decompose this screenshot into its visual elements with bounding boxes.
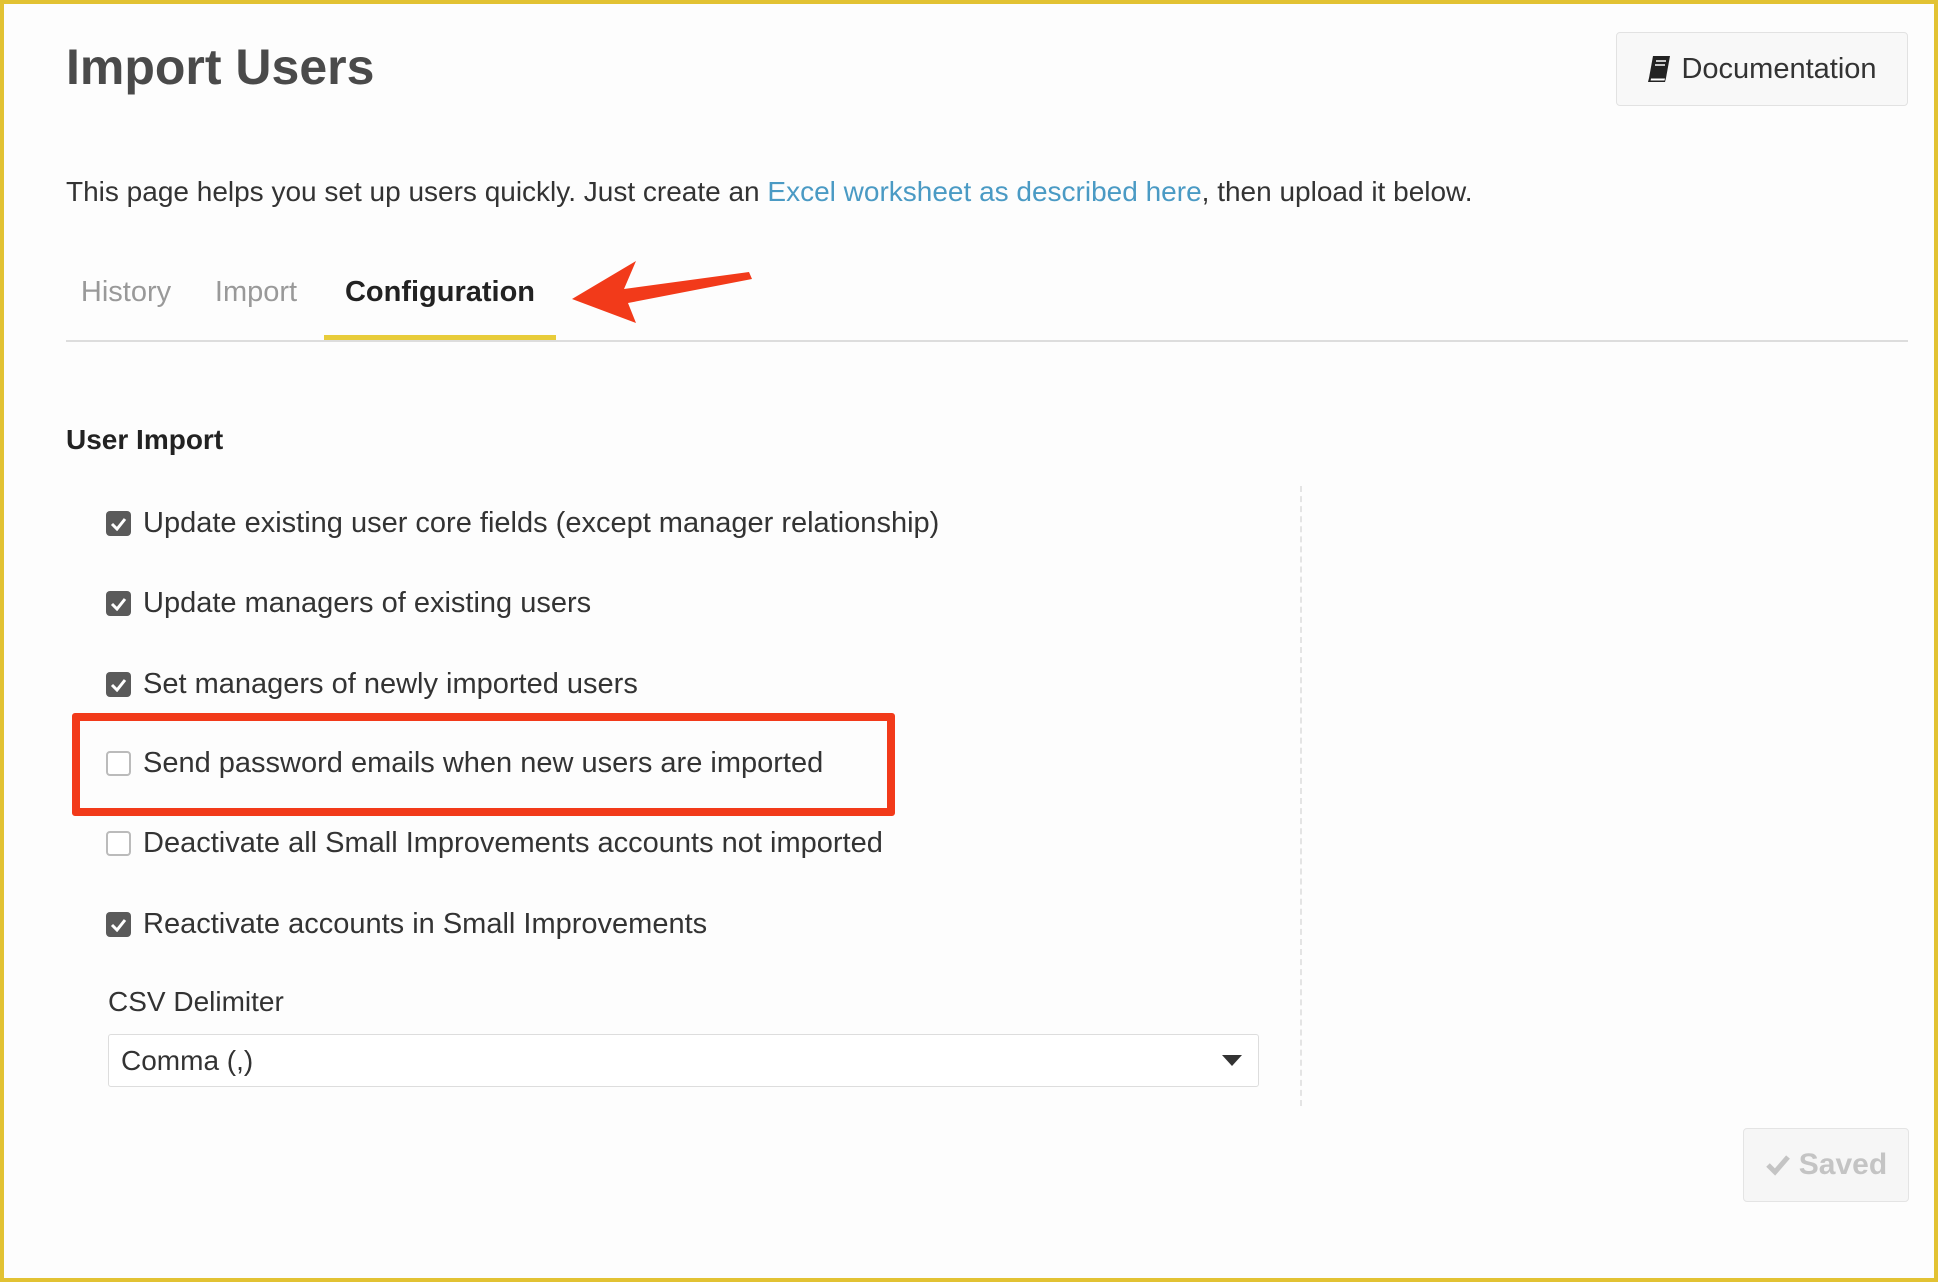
section-title: User Import (66, 424, 224, 455)
option-set-managers-new[interactable]: Set managers of newly imported users (106, 668, 638, 701)
option-label: Update managers of existing users (143, 587, 592, 619)
option-label: Reactivate accounts in Small Improvement… (143, 908, 708, 940)
check-icon (110, 918, 127, 932)
option-update-managers[interactable]: Update managers of existing users (106, 587, 591, 620)
page-title: Import Users (66, 39, 375, 95)
tab-import[interactable]: Import (206, 276, 306, 340)
csv-delimiter-select[interactable]: Comma (,) (108, 1034, 1259, 1087)
description-text: This page helps you set up users quickly… (66, 176, 768, 207)
checkbox-unchecked[interactable] (106, 831, 131, 856)
book-icon (1648, 56, 1671, 82)
option-label: Update existing user core fields (except… (143, 507, 940, 539)
check-icon (1766, 1155, 1790, 1176)
caret-down-icon (1222, 1055, 1242, 1066)
description-text-end: , then upload it below. (1201, 176, 1473, 207)
excel-worksheet-link[interactable]: Excel worksheet as described here (767, 176, 1201, 207)
checkbox-checked[interactable] (106, 912, 131, 937)
selected-value: Comma (,) (121, 1044, 254, 1076)
checkbox-checked[interactable] (106, 511, 131, 536)
checkbox-checked[interactable] (106, 672, 131, 697)
checkbox-checked[interactable] (106, 591, 131, 616)
option-deactivate-accounts[interactable]: Deactivate all Small Improvements accoun… (106, 827, 883, 860)
option-label: Deactivate all Small Improvements accoun… (143, 827, 883, 859)
saved-label: Saved (1798, 1148, 1888, 1181)
documentation-label: Documentation (1681, 52, 1877, 85)
column-divider (1300, 486, 1302, 1106)
check-icon (110, 597, 127, 611)
option-label: Set managers of newly imported users (143, 668, 638, 700)
csv-delimiter-label: CSV Delimiter (108, 986, 284, 1017)
check-icon (110, 678, 127, 692)
tab-history[interactable]: History (76, 276, 176, 340)
documentation-button[interactable]: Documentation (1616, 32, 1908, 106)
description: This page helps you set up users quickly… (66, 176, 1473, 208)
check-icon (110, 517, 127, 531)
annotation-highlight-box (72, 713, 895, 816)
tab-bar: History Import Configuration (66, 272, 1908, 342)
annotation-arrow-icon (572, 261, 752, 323)
option-reactivate-accounts[interactable]: Reactivate accounts in Small Improvement… (106, 908, 707, 941)
option-update-core-fields[interactable]: Update existing user core fields (except… (106, 507, 939, 540)
tab-configuration[interactable]: Configuration (324, 276, 556, 340)
saved-button[interactable]: Saved (1743, 1128, 1909, 1202)
